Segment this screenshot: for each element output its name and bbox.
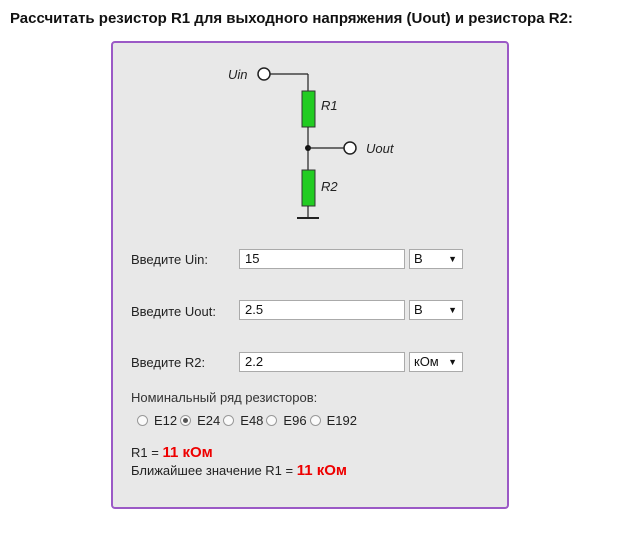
voltage-divider-diagram: Uin R1 Uout R2 xyxy=(228,67,395,219)
radio-option-e192[interactable]: E192 xyxy=(309,413,357,428)
uin-terminal-icon xyxy=(257,67,271,81)
uout-input-label: Введите Uout: xyxy=(131,304,216,319)
nearest-result-prefix: Ближайшее значение R1 = xyxy=(131,463,297,478)
page-title: Рассчитать резистор R1 для выходного нап… xyxy=(10,10,573,27)
uin-unit-select[interactable]: В ▼ xyxy=(409,249,463,269)
r1-result: R1 = 11 кОм xyxy=(131,444,213,461)
radio-circle-icon[interactable] xyxy=(137,415,148,426)
uout-terminal-icon xyxy=(343,141,357,155)
calculator-panel: Uin R1 Uout R2 Введите Uin: 15 В ▼ Введи… xyxy=(111,41,509,509)
uin-unit-value: В xyxy=(414,251,423,266)
r1-result-prefix: R1 = xyxy=(131,445,163,460)
radio-label: E24 xyxy=(197,413,221,428)
uout-unit-value: В xyxy=(414,302,423,317)
radio-option-e24[interactable]: E24 xyxy=(180,413,220,428)
uout-label: Uout xyxy=(366,141,395,156)
radio-label: E48 xyxy=(240,413,264,428)
uin-label: Uin xyxy=(228,67,248,82)
radio-checked-icon[interactable] xyxy=(180,415,192,426)
radio-option-e12[interactable]: E12 xyxy=(137,413,177,428)
chevron-down-icon: ▼ xyxy=(448,357,457,367)
series-radio-group: E12 E24 E48 E96 E192 xyxy=(137,413,360,428)
nearest-result-value: 11 кОм xyxy=(296,462,348,479)
r2-label: R2 xyxy=(321,179,338,194)
chevron-down-icon: ▼ xyxy=(448,305,457,315)
r1-label: R1 xyxy=(321,98,338,113)
radio-label: E192 xyxy=(326,413,357,428)
r1-result-value: 11 кОм xyxy=(162,444,213,461)
nearest-result: Ближайшее значение R1 = 11 кОм xyxy=(131,462,347,479)
uin-input-label: Введите Uin: xyxy=(131,252,208,267)
r1-resistor-icon xyxy=(301,90,316,128)
r2-input-label: Введите R2: xyxy=(131,355,206,370)
r2-unit-value: кОм xyxy=(414,354,439,369)
series-label: Номинальный ряд резисторов: xyxy=(131,390,318,405)
radio-circle-icon[interactable] xyxy=(223,415,235,426)
r2-input[interactable]: 2.2 xyxy=(239,352,405,372)
r2-unit-select[interactable]: кОм ▼ xyxy=(409,352,463,372)
radio-option-e96[interactable]: E96 xyxy=(266,413,307,428)
radio-option-e48[interactable]: E48 xyxy=(223,413,263,428)
chevron-down-icon: ▼ xyxy=(448,254,457,264)
uout-input[interactable]: 2.5 xyxy=(239,300,405,320)
radio-circle-icon[interactable] xyxy=(266,415,278,426)
radio-circle-icon[interactable] xyxy=(309,415,321,426)
uout-unit-select[interactable]: В ▼ xyxy=(409,300,463,320)
radio-label: E96 xyxy=(283,413,307,428)
radio-label: E12 xyxy=(154,413,178,428)
r2-resistor-icon xyxy=(301,169,316,207)
uin-input[interactable]: 15 xyxy=(239,249,405,269)
